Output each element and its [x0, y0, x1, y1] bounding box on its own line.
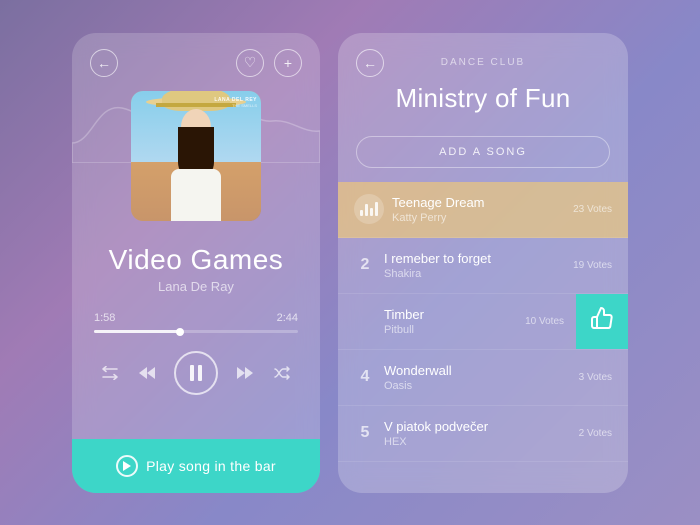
- song-info-4: Wonderwall Oasis: [376, 363, 579, 392]
- song-title-3: Timber: [384, 307, 517, 322]
- rewind-button[interactable]: [138, 365, 156, 381]
- song-info-1: Teenage Dream Katty Perry: [384, 195, 573, 224]
- app-container: ← ♡ +: [72, 33, 628, 493]
- progress-bar[interactable]: [94, 330, 298, 333]
- add-button[interactable]: +: [274, 49, 302, 77]
- song-row-1[interactable]: Teenage Dream Katty Perry 23 Votes: [338, 182, 628, 238]
- bars-chart-icon: [360, 202, 378, 216]
- time-total: 2:44: [277, 312, 298, 324]
- votes-2: 19 Votes: [573, 260, 612, 271]
- thumbs-up-icon: [590, 306, 614, 336]
- player-card: ← ♡ +: [72, 33, 320, 493]
- venue-back-button[interactable]: ←: [356, 49, 384, 77]
- song-info-3: Timber Pitbull: [376, 307, 525, 336]
- venue-top-bar: ← DANCE CLUB: [356, 49, 610, 77]
- song-row-3[interactable]: Timber Pitbull 10 Votes: [338, 294, 628, 350]
- rank-2: 2: [354, 256, 376, 274]
- play-in-bar-button[interactable]: Play song in the bar: [72, 439, 320, 493]
- song-title-2: I remeber to forget: [384, 251, 565, 266]
- song-title-5: V piatok podvečer: [384, 419, 571, 434]
- song-title-1: Teenage Dream: [392, 195, 565, 210]
- song-artist-3: Pitbull: [384, 324, 517, 336]
- votes-1: 23 Votes: [573, 204, 612, 215]
- venue-header: ← DANCE CLUB Ministry of Fun: [338, 33, 628, 126]
- play-bar-label: Play song in the bar: [146, 458, 276, 474]
- progress-handle[interactable]: [176, 328, 184, 336]
- progress-section: 1:58 2:44: [72, 294, 320, 333]
- album-art-container: LANA DEL REY THE SMELLS: [131, 91, 261, 221]
- votes-4: 3 Votes: [579, 372, 612, 383]
- song-artist-1: Katty Perry: [392, 212, 565, 224]
- heart-button[interactable]: ♡: [236, 49, 264, 77]
- song-artist-2: Shakira: [384, 268, 565, 280]
- venue-card: ← DANCE CLUB Ministry of Fun ADD A SONG: [338, 33, 628, 493]
- time-current: 1:58: [94, 312, 115, 324]
- rank-5: 5: [354, 424, 376, 442]
- play-bar-icon: [116, 455, 138, 477]
- pause-button[interactable]: [174, 351, 218, 395]
- song-info-2: I remeber to forget Shakira: [376, 251, 573, 280]
- top-right-icons: ♡ +: [236, 49, 302, 77]
- forward-button[interactable]: [236, 365, 254, 381]
- repeat-button[interactable]: [101, 366, 119, 380]
- song-artist: Lana De Ray: [158, 279, 234, 294]
- time-row: 1:58 2:44: [94, 312, 298, 324]
- rank-icon-1: [354, 194, 384, 224]
- song-title: Video Games: [109, 245, 284, 276]
- venue-category: DANCE CLUB: [384, 57, 582, 68]
- rank-4: 4: [354, 368, 376, 386]
- votes-5: 2 Votes: [579, 428, 612, 439]
- player-top-bar: ← ♡ +: [72, 33, 320, 77]
- thumbs-up-button[interactable]: [576, 294, 628, 349]
- song-info-5: V piatok podvečer HEX: [376, 419, 579, 448]
- progress-fill: [94, 330, 180, 333]
- song-list: Teenage Dream Katty Perry 23 Votes 2 I r…: [338, 182, 628, 493]
- song-artist-4: Oasis: [384, 380, 571, 392]
- shuffle-button[interactable]: [273, 366, 291, 380]
- song-row-2[interactable]: 2 I remeber to forget Shakira 19 Votes: [338, 238, 628, 294]
- add-song-button[interactable]: ADD A SONG: [356, 136, 610, 168]
- song-title-4: Wonderwall: [384, 363, 571, 378]
- song-row-5[interactable]: 5 V piatok podvečer HEX 2 Votes: [338, 406, 628, 462]
- back-button[interactable]: ←: [90, 49, 118, 77]
- votes-3: 10 Votes: [525, 316, 564, 327]
- song-row-4[interactable]: 4 Wonderwall Oasis 3 Votes: [338, 350, 628, 406]
- song-artist-5: HEX: [384, 436, 571, 448]
- controls-row: [72, 333, 320, 395]
- venue-name: Ministry of Fun: [356, 83, 610, 114]
- album-art: LANA DEL REY THE SMELLS: [131, 91, 261, 221]
